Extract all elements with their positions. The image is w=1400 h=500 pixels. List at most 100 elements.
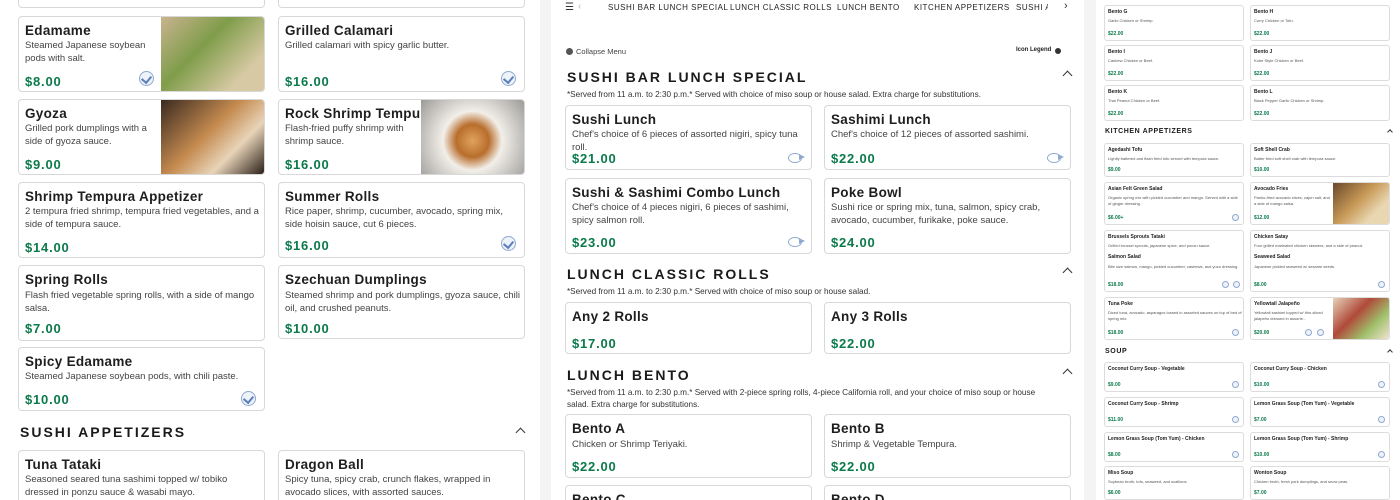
- menu-item-soft-shell-crab[interactable]: Soft Shell Crab Batter fried soft shell …: [1250, 143, 1390, 177]
- section-title: SOUP: [1105, 348, 1128, 355]
- menu-item-tuna-poke[interactable]: Tuna Poke Diced tuna, avocado, asparagus…: [1104, 297, 1244, 340]
- vegetarian-icon: [139, 71, 154, 86]
- item-price: $14.00: [25, 240, 70, 255]
- menu-item-bento-k[interactable]: Bento K Thai Peanut Chicken or Beef. $22…: [1104, 85, 1244, 121]
- item-name: Lemon Grass Soup (Tom Yum) - Chicken: [1108, 436, 1205, 442]
- menu-item-summer-rolls[interactable]: Summer Rolls Rice paper, shrimp, cucumbe…: [278, 182, 525, 258]
- chevron-up-icon[interactable]: [1387, 129, 1393, 135]
- collapse-icon[interactable]: [566, 48, 573, 55]
- menu-item-any-3-rolls[interactable]: Any 3 Rolls $22.00: [824, 302, 1071, 354]
- chevron-right-icon[interactable]: ›: [1064, 0, 1068, 12]
- raw-fish-icon: [788, 153, 806, 163]
- menu-item-bento-j[interactable]: Bento J Kobe Style Chicken or Beef. $22.…: [1250, 45, 1390, 81]
- item-price: $7.00: [1254, 417, 1267, 423]
- item-name: Spring Rolls: [25, 272, 109, 287]
- menu-item-sashimi-lunch[interactable]: Sashimi Lunch Chef's choice of 12 pieces…: [824, 105, 1071, 170]
- chevron-up-icon[interactable]: [1387, 349, 1393, 355]
- menu-item-dragon-ball[interactable]: Dragon Ball Spicy tuna, spicy crab, crun…: [278, 450, 525, 500]
- menu-item-sushi-sashimi-combo-lunch[interactable]: Sushi & Sashimi Combo Lunch Chef's choic…: [565, 178, 812, 254]
- menu-item-spicy-edamame[interactable]: Spicy Edamame Steamed Japanese soybean p…: [18, 347, 265, 411]
- menu-item-bento-d[interactable]: Bento D: [824, 485, 1071, 500]
- vegetarian-icon: [1232, 451, 1239, 458]
- icon-legend-button[interactable]: Icon Legend: [1016, 47, 1051, 53]
- item-name: Asian Felt Green Salad: [1108, 186, 1163, 192]
- tab-lunch-classic-rolls[interactable]: LUNCH CLASSIC ROLLS: [730, 3, 832, 12]
- item-desc: Chef's choice of 4 pieces nigiri, 6 piec…: [572, 202, 789, 226]
- item-name: Miso Soup: [1108, 470, 1134, 476]
- menu-item-any-2-rolls[interactable]: Any 2 Rolls $17.00: [565, 302, 812, 354]
- section-title: SUSHI APPETIZERS: [20, 424, 187, 440]
- menu-item-bento-b[interactable]: Bento B Shrimp & Vegetable Tempura. $22.…: [824, 414, 1071, 478]
- raw-fish-icon: [788, 237, 806, 247]
- menu-item-shrimp-tempura-appetizer[interactable]: Shrimp Tempura Appetizer 2 tempura fried…: [18, 182, 265, 258]
- tab-kitchen-appetizers[interactable]: KITCHEN APPETIZERS: [914, 3, 1010, 12]
- menu-item-soup[interactable]: Coconut Curry Soup - Shrimp $11.00: [1104, 397, 1244, 427]
- menu-item-bento-l[interactable]: Bento L Black Pepper Garlic Chicken or S…: [1250, 85, 1390, 121]
- menu-item-bento-a[interactable]: Bento A Chicken or Shrimp Teriyaki. $22.…: [565, 414, 812, 478]
- menu-item-soup[interactable]: Lemon Grass Soup (Tom Yum) - Chicken $8.…: [1104, 432, 1244, 462]
- menu-item-agedashi-tofu[interactable]: Agedashi Tofu Lightly battered and flash…: [1104, 143, 1244, 177]
- info-icon[interactable]: [1055, 48, 1061, 54]
- item-desc: 2 tempura fried shrimp, tempura fried ve…: [25, 206, 259, 230]
- menu-item-poke-bowl[interactable]: Poke Bowl Sushi rice or spring mix, tuna…: [824, 178, 1071, 254]
- item-name: Coconut Curry Soup - Shrimp: [1108, 401, 1179, 407]
- menu-item-bento-i[interactable]: Bento I Cashew Chicken or Beef. $22.00: [1104, 45, 1244, 81]
- menu-item-card[interactable]: [18, 0, 265, 8]
- menu-item-asian-felt-green-salad[interactable]: Asian Felt Green Salad Organic spring mi…: [1104, 182, 1244, 225]
- chevron-left-icon[interactable]: ‹: [578, 1, 581, 12]
- menu-item-brussels-sprouts-tataki[interactable]: Brussels Sprouts Tataki Grilled brussel …: [1104, 230, 1244, 292]
- menu-item-spring-rolls[interactable]: Spring Rolls Flash fried vegetable sprin…: [18, 265, 265, 341]
- vegetarian-icon: [1378, 416, 1385, 423]
- menu-item-soup[interactable]: Coconut Curry Soup - Chicken $10.00: [1250, 362, 1390, 392]
- menu-item-yellowtail-jalapeno[interactable]: Yellowtail Jalapeño Yellowtail sashimi t…: [1250, 297, 1390, 340]
- menu-item-bento-h[interactable]: Bento H Curry Chicken or Tofu. $22.00: [1250, 5, 1390, 41]
- item-name: Sashimi Lunch: [831, 112, 931, 127]
- menu-item-gyoza[interactable]: Gyoza Grilled pork dumplings with a side…: [18, 99, 265, 175]
- menu-item-soup[interactable]: Coconut Curry Soup - Vegetable $9.00: [1104, 362, 1244, 392]
- item-name: Tuna Poke: [1108, 301, 1133, 307]
- menu-item-grilled-calamari[interactable]: Grilled Calamari Grilled calamari with s…: [278, 16, 525, 92]
- menu-item-card[interactable]: [278, 0, 525, 8]
- chevron-up-icon[interactable]: [515, 427, 526, 438]
- menu-item-bento-g[interactable]: Bento G Garlic Chicken or Shrimp. $22.00: [1104, 5, 1244, 41]
- chevron-up-icon[interactable]: [1062, 267, 1073, 278]
- item-price: $8.00: [1108, 452, 1121, 458]
- menu-item-wonton-soup[interactable]: Wonton Soup Chicken broth, fresh pork du…: [1250, 466, 1390, 500]
- item-desc: Rice paper, shrimp, cucumber, avocado, s…: [285, 206, 504, 230]
- item-desc: Lightly battered and flash fried tofu se…: [1108, 156, 1220, 161]
- food-photo: [161, 17, 264, 91]
- left-panel: Edamame Steamed Japanese soybean pods wi…: [0, 0, 540, 500]
- tab-sushi-bar-lunch-special[interactable]: SUSHI BAR LUNCH SPECIAL: [608, 3, 728, 12]
- vegetarian-icon: [1232, 416, 1239, 423]
- vegetarian-icon: [501, 71, 516, 86]
- menu-item-szechuan-dumplings[interactable]: Szechuan Dumplings Steamed shrimp and po…: [278, 265, 525, 339]
- menu-item-avocado-fries[interactable]: Avocado Fries Panko-fried avocado slices…: [1250, 182, 1390, 225]
- menu-item-chicken-satay[interactable]: Chicken Satay Four grilled marinated chi…: [1250, 230, 1390, 292]
- item-desc: Steamed Japanese soybean pods, with chil…: [25, 371, 239, 382]
- item-price: $9.00: [25, 157, 62, 172]
- menu-item-sushi-lunch[interactable]: Sushi Lunch Chef's choice of 6 pieces of…: [565, 105, 812, 170]
- item-name: Bento J: [1254, 49, 1273, 55]
- menu-item-soup[interactable]: Lemon Grass Soup (Tom Yum) - Vegetable $…: [1250, 397, 1390, 427]
- chevron-up-icon[interactable]: [1062, 70, 1073, 81]
- menu-item-soup[interactable]: Lemon Grass Soup (Tom Yum) - Shrimp $10.…: [1250, 432, 1390, 462]
- menu-item-edamame[interactable]: Edamame Steamed Japanese soybean pods wi…: [18, 16, 265, 92]
- tab-lunch-bento[interactable]: LUNCH BENTO: [837, 3, 900, 12]
- item-price: $12.00: [1254, 215, 1270, 221]
- item-desc: Chicken broth, fresh pork dumplings, and…: [1254, 479, 1349, 484]
- item-price: $7.00: [25, 321, 62, 336]
- item-price: $10.00: [25, 392, 70, 407]
- item-price: $22.00: [831, 336, 876, 351]
- menu-item-rock-shrimp-tempura[interactable]: Rock Shrimp Tempura Flash-fried puffy sh…: [278, 99, 525, 175]
- menu-item-bento-c[interactable]: Bento C: [565, 485, 812, 500]
- collapse-menu-button[interactable]: Collapse Menu: [576, 47, 626, 56]
- item-name: Gyoza: [25, 106, 68, 121]
- tab-sushi-appetizers[interactable]: SUSHI A: [1016, 3, 1048, 12]
- item-price: $22.00: [1254, 31, 1270, 37]
- item-name: Shrimp Tempura Appetizer: [25, 189, 204, 204]
- chevron-up-icon[interactable]: [1062, 368, 1073, 379]
- list-icon[interactable]: ☰: [565, 2, 574, 13]
- item-desc: Grilled pork dumplings with a side of gy…: [25, 123, 147, 147]
- menu-item-miso-soup[interactable]: Miso Soup Soybean broth, tofu, seaweed, …: [1104, 466, 1244, 500]
- menu-item-tuna-tataki[interactable]: Tuna Tataki Seasoned seared tuna sashimi…: [18, 450, 265, 500]
